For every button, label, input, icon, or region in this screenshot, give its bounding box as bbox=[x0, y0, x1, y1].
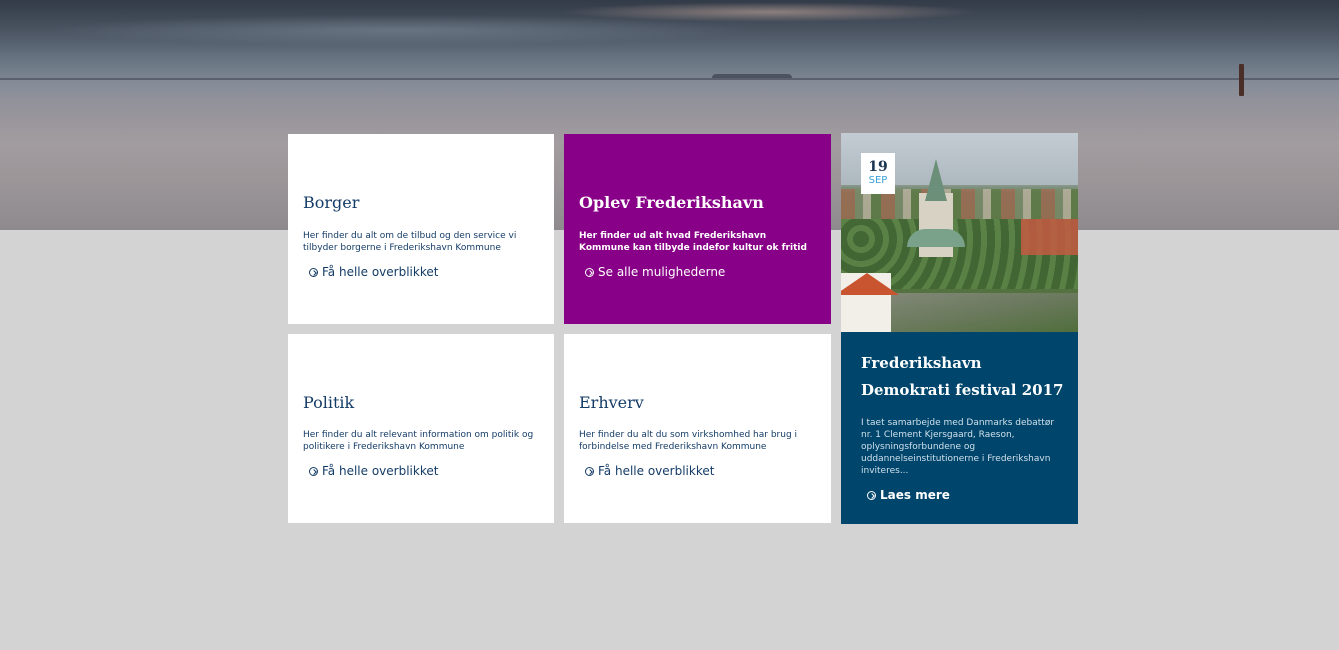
circle-chevron-right-icon bbox=[309, 466, 318, 476]
tile-link[interactable]: Se alle mulighederne bbox=[585, 264, 725, 280]
circle-chevron-right-icon bbox=[585, 267, 594, 277]
tile-title: Politik bbox=[303, 393, 355, 412]
tile-title: Borger bbox=[303, 193, 360, 212]
tile-title: Erhverv bbox=[579, 393, 644, 412]
tile-description: Her finder du alt du som virkshomhed har… bbox=[579, 430, 798, 452]
date-day: 19 bbox=[868, 159, 888, 175]
hero-pole bbox=[1239, 64, 1244, 96]
tile-erhverv[interactable]: Erhverv Her finder du alt du som virksho… bbox=[564, 334, 831, 523]
read-more-label: Laes mere bbox=[880, 488, 950, 502]
news-card[interactable]: 19 SEP Frederikshavn Demokrati festival … bbox=[841, 133, 1078, 524]
hero-island bbox=[712, 74, 792, 78]
news-description: I taet samarbejde med Danmarks debattør … bbox=[861, 418, 1055, 476]
tile-description: Her finder ud alt hvad Frederikshavn Kom… bbox=[579, 231, 807, 253]
tile-borger[interactable]: Borger Her finder du alt om de tilbud og… bbox=[288, 134, 554, 324]
tile-link[interactable]: Få helle overblikket bbox=[585, 463, 714, 479]
tile-description: Her finder du alt om de tilbud og den se… bbox=[303, 231, 517, 253]
tile-link-label: Få helle overblikket bbox=[322, 464, 439, 478]
tile-title: Oplev Frederikshavn bbox=[579, 193, 764, 212]
tile-link-label: Få helle overblikket bbox=[322, 265, 439, 279]
news-title: Frederikshavn Demokrati festival 2017 bbox=[861, 354, 1064, 399]
tile-oplev[interactable]: Oplev Frederikshavn Her finder ud alt hv… bbox=[564, 134, 831, 324]
read-more-link[interactable]: Laes mere bbox=[867, 487, 950, 503]
tile-link-label: Få helle overblikket bbox=[598, 464, 715, 478]
tile-link[interactable]: Få helle overblikket bbox=[309, 264, 438, 280]
circle-chevron-right-icon bbox=[867, 490, 876, 500]
circle-chevron-right-icon bbox=[585, 466, 594, 476]
circle-chevron-right-icon bbox=[309, 267, 318, 277]
tile-link-label: Se alle mulighederne bbox=[598, 265, 726, 279]
hero-sky bbox=[0, 0, 1339, 80]
date-month: SEP bbox=[868, 175, 888, 186]
date-badge: 19 SEP bbox=[861, 153, 895, 194]
tile-description: Her finder du alt relevant information o… bbox=[303, 430, 534, 452]
tile-link[interactable]: Få helle overblikket bbox=[309, 463, 438, 479]
tile-politik[interactable]: Politik Her finder du alt relevant infor… bbox=[288, 334, 554, 523]
